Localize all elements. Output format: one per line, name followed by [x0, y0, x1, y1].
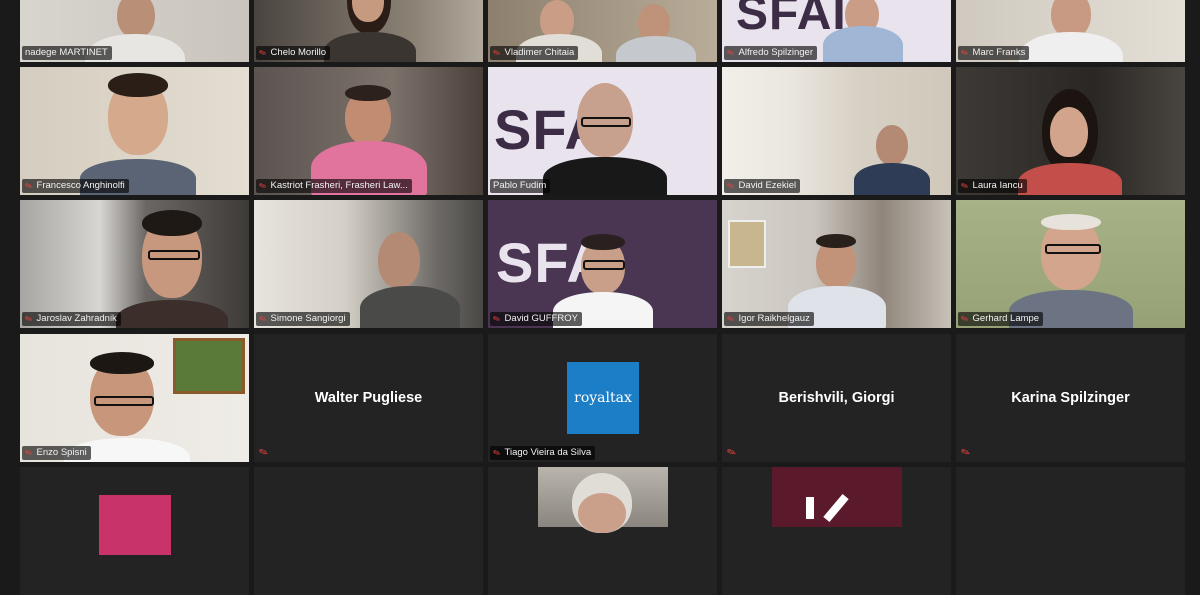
participant-video: [533, 77, 673, 195]
participant-video: [116, 210, 249, 328]
participant-video: [1001, 214, 1141, 328]
participant-name-label: ✎ Simone Sangiorgi: [256, 312, 350, 326]
participant-name-label: ✎ Vladimer Chitaia: [490, 46, 579, 60]
mic-muted-icon: ✎: [725, 313, 737, 325]
video-tile-row5-1[interactable]: [20, 467, 249, 595]
participant-logo: [772, 467, 902, 527]
video-tile-alfredo-spilzinger[interactable]: SFAI ✎ Alfredo Spilzinger: [722, 0, 951, 62]
participant-name-label: ✎ Chelo Morillo: [256, 46, 330, 60]
participant-display-name: Walter Pugliese: [314, 390, 423, 406]
participant-name-label: ✎ Marc Franks: [958, 46, 1030, 60]
video-tile-berishvili-giorgi[interactable]: Berishvili, Giorgi ✎: [722, 334, 951, 462]
mic-muted-icon: ✎: [257, 313, 269, 325]
participant-video: [50, 67, 220, 195]
mic-muted-icon: ✎: [725, 47, 737, 59]
video-tile-row5-4[interactable]: [722, 467, 951, 595]
video-tile-chelo-morillo[interactable]: ✎ Chelo Morillo: [254, 0, 483, 62]
participant-name-label: ✎ Tiago Vieira da Silva: [490, 446, 596, 460]
participant-video: [289, 81, 449, 195]
video-tile-laura-iancu[interactable]: ✎ Laura Iancu: [956, 67, 1185, 195]
participant-name-label: ✎ Kastriot Frasheri, Frasheri Law...: [256, 179, 412, 193]
participant-video: [537, 467, 668, 533]
video-tile-kastriot-frasheri[interactable]: ✎ Kastriot Frasheri, Frasheri Law...: [254, 67, 483, 195]
participant-display-name: Berishvili, Giorgi: [778, 390, 895, 406]
video-tile-walter-pugliese[interactable]: Walter Pugliese ✎: [254, 334, 483, 462]
video-tile-vladimer-chitaia[interactable]: ✎ Vladimer Chitaia: [488, 0, 717, 62]
mic-muted-icon: ✎: [959, 445, 973, 461]
video-tile-david-ezekiel[interactable]: ✎ David Ezekiel: [722, 67, 951, 195]
mic-muted-icon: ✎: [257, 47, 269, 59]
mic-muted-icon: ✎: [725, 445, 739, 461]
participant-name-label: ✎ Igor Raikhelgauz: [724, 312, 814, 326]
participant-video: [354, 226, 483, 328]
wall-art: [728, 220, 766, 268]
participant-name-label: nadege MARTINET: [22, 46, 112, 60]
mic-muted-icon: ✎: [959, 180, 971, 192]
video-tile-row5-2[interactable]: [254, 467, 483, 595]
video-tile-tiago-vieira-da-silva[interactable]: royaltax ✎ Tiago Vieira da Silva: [488, 334, 717, 462]
participant-name-label: ✎ Jaroslav Zahradnik: [22, 312, 121, 326]
participant-video: [842, 119, 942, 195]
video-tile-nadege-martinet[interactable]: nadege MARTINET: [20, 0, 249, 62]
mic-muted-icon: ✎: [257, 445, 271, 461]
video-tile-karina-spilzinger[interactable]: Karina Spilzinger ✎: [956, 334, 1185, 462]
mic-muted-icon: ✎: [491, 447, 503, 459]
video-tile-enzo-spisni[interactable]: ✎ Enzo Spisni: [20, 334, 249, 462]
participant-name-label: ✎ Francesco Anghinolfi: [22, 179, 129, 193]
participant-name-label: ✎ David Ezekiel: [724, 179, 801, 193]
video-tile-simone-sangiorgi[interactable]: ✎ Simone Sangiorgi: [254, 200, 483, 328]
video-tile-row5-3[interactable]: [488, 467, 717, 595]
participant-name-label: ✎ Enzo Spisni: [22, 446, 91, 460]
video-tile-david-guffroy[interactable]: SFAI ✎ David GUFFROY: [488, 200, 717, 328]
mic-muted-icon: ✎: [491, 313, 503, 325]
participant-name-label: ✎ David GUFFROY: [490, 312, 582, 326]
video-tile-row5-5[interactable]: [956, 467, 1185, 595]
mic-muted-icon: ✎: [257, 180, 269, 192]
video-tile-igor-raikhelgauz[interactable]: ✎ Igor Raikhelgauz: [722, 200, 951, 328]
video-tile-gerhard-lampe[interactable]: ✎ Gerhard Lampe: [956, 200, 1185, 328]
participant-name-label: Pablo Fudim: [490, 179, 551, 193]
video-tile-jaroslav-zahradnik[interactable]: ✎ Jaroslav Zahradnik: [20, 200, 249, 328]
video-tile-francesco-anghinolfi[interactable]: ✎ Francesco Anghinolfi: [20, 67, 249, 195]
mic-muted-icon: ✎: [23, 180, 35, 192]
participant-video: [817, 0, 937, 62]
participant-logo: [99, 495, 171, 555]
participant-name-label: ✎ Alfredo Spilzinger: [724, 46, 818, 60]
royaltax-logo: royaltax: [567, 362, 639, 434]
mic-muted-icon: ✎: [725, 180, 737, 192]
video-tile-marc-franks[interactable]: ✎ Marc Franks: [956, 0, 1185, 62]
mic-muted-icon: ✎: [23, 313, 35, 325]
mic-muted-icon: ✎: [491, 47, 503, 59]
mic-muted-icon: ✎: [23, 447, 35, 459]
mic-muted-icon: ✎: [959, 313, 971, 325]
video-tile-pablo-fudim[interactable]: SFAI Pablo Fudim: [488, 67, 717, 195]
participant-name-label: ✎ Laura Iancu: [958, 179, 1027, 193]
mic-muted-icon: ✎: [959, 47, 971, 59]
participant-name-label: ✎ Gerhard Lampe: [958, 312, 1044, 326]
participant-display-name: Karina Spilzinger: [1011, 390, 1130, 406]
